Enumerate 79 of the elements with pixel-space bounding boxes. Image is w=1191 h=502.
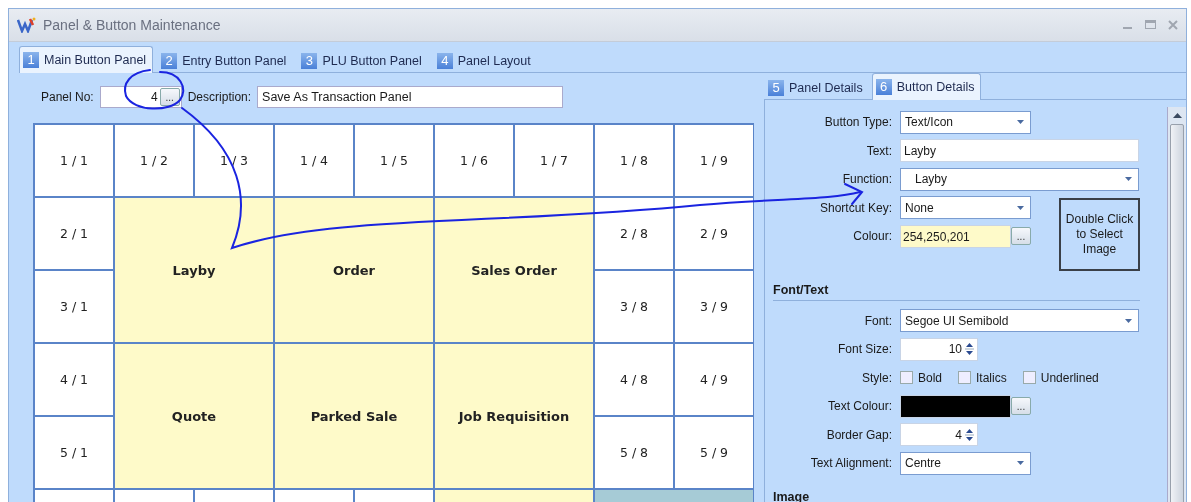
panel-button[interactable]: 1 / 9 [675,125,753,196]
dropdown[interactable]: Segoe UI Semibold [900,309,1139,333]
description-field[interactable]: Save As Transaction Panel [257,86,564,108]
panel-button[interactable]: 1 / 1 [35,125,113,196]
panel-button[interactable]: 4 / 9 [675,344,753,415]
panel-button[interactable]: 5 / 1 [35,417,113,488]
tab[interactable]: 2 Entry Button Panel [157,50,294,72]
scrollbar[interactable] [1167,107,1186,502]
panel-button[interactable]: Layby [115,198,273,342]
spinner-field[interactable]: 4 [900,423,978,447]
field-label: Font Size: [836,342,892,357]
caret-icon [1125,318,1132,323]
field-label: Text: [865,143,892,158]
field-label: Text Alignment: [809,456,892,471]
panel-button[interactable]: 3 / 8 [595,271,673,342]
maximize-icon[interactable] [1145,20,1156,30]
panel-button[interactable]: 1 / 2 [115,125,193,196]
field-label: Colour: [852,229,892,244]
tab[interactable]: 1 Main Button Panel [19,46,154,73]
dropdown[interactable]: Centre [900,451,1031,475]
panel-button[interactable]: 3 / 9 [675,271,753,342]
panel-button[interactable]: 2 / 1 [35,198,113,269]
field-label: Description: [187,90,252,104]
panel-button[interactable]: 5 / 9 [675,417,753,488]
browse-button[interactable]: ... [1011,397,1031,416]
caret-icon [1125,177,1132,182]
field-label: Text Colour: [826,399,892,414]
panel-button[interactable]: Job Requisition [435,344,593,488]
spinner-field[interactable]: 10 [900,337,978,361]
caret-icon [1017,120,1024,125]
panel-button[interactable]: 4 / 1 [35,344,113,415]
text-field[interactable]: Layby [900,139,1139,163]
field-label: Border Gap: [825,427,892,442]
panel-button[interactable]: 1 / 7 [515,125,593,196]
panel-button[interactable]: Parked Sale [275,344,433,488]
field-label: Button Type: [823,115,892,130]
panel-button[interactable]: 4 / 8 [595,344,673,415]
close-icon[interactable] [1168,20,1178,30]
field-label: Style: [861,370,892,385]
browse-button[interactable]: ... [159,88,180,106]
caret-icon [1017,205,1024,210]
checkbox[interactable]: Bold [900,370,943,385]
spin-arrows-icon[interactable] [965,427,974,442]
panel-button[interactable]: Sales Order [435,198,593,342]
field-label: Shortcut Key: [818,200,892,215]
panel-button[interactable]: Order [275,198,433,342]
panel-button[interactable]: 5 / 8 [595,417,673,488]
field-label: Function: [841,172,892,187]
scroll-up-icon[interactable] [1172,113,1182,118]
caret-icon [1017,461,1024,466]
colour-field[interactable]: 254,250,201 [900,224,1011,248]
dropdown[interactable]: Layby [900,167,1139,191]
spin-arrows-icon[interactable] [965,342,974,357]
section-heading: Font/Text [773,276,1140,301]
browse-button[interactable]: ... [1011,227,1031,246]
panel-button[interactable]: 1 / 4 [275,125,353,196]
panel-button[interactable]: 1 / 8 [595,125,673,196]
tab[interactable]: 4 Panel Layout [432,50,538,72]
field-label: Font: [863,313,892,328]
tab[interactable]: 3 PLU Button Panel [297,50,429,72]
panel-button[interactable]: 2 / 9 [675,198,753,269]
panel-button[interactable]: 2 / 8 [595,198,673,269]
dropdown[interactable]: Text/Icon [900,110,1031,134]
panel-button[interactable]: Quote [115,344,273,488]
checkbox[interactable]: Underlined [1022,370,1099,385]
checkbox[interactable]: Italics [958,370,1007,385]
logo-icon [17,17,37,33]
window-title: Panel & Button Maintenance [43,17,221,33]
panel-number-field[interactable]: 4 ... [99,86,182,108]
dropdown[interactable]: None [900,196,1031,220]
panel-button[interactable]: 3 / 1 [35,271,113,342]
image-drop-box[interactable]: Double Click to Select Image [1059,197,1140,271]
scroll-thumb[interactable] [1170,124,1184,502]
tab[interactable]: 6 Button Details [871,73,982,100]
panel-button[interactable]: 1 / 5 [355,125,433,196]
tab[interactable]: 5 Panel Details [764,77,870,99]
field-label: Panel No: [41,90,94,104]
colour-swatch[interactable] [900,394,1011,418]
panel-button[interactable]: 1 / 6 [435,125,513,196]
